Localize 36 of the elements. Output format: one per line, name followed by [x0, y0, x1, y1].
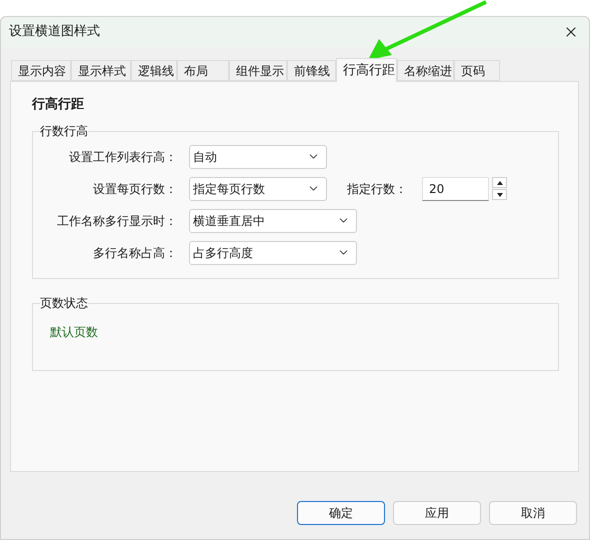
- status-text: 默认页数: [50, 324, 98, 338]
- dropdown-value: 横道垂直居中: [193, 212, 265, 230]
- dialog-button[interactable]: 取消: [489, 501, 577, 525]
- dropdown[interactable]: 占多行高度: [189, 240, 357, 264]
- section-title: 行高行距: [32, 96, 84, 114]
- dropdown[interactable]: 自动: [189, 144, 327, 168]
- field-label: 设置每页行数：: [92, 180, 178, 198]
- triangle-up-icon: [496, 180, 502, 184]
- dropdown-value: 指定每页行数: [193, 180, 265, 198]
- tab[interactable]: 组件显示: [229, 60, 287, 81]
- tab[interactable]: 布局: [177, 60, 229, 81]
- tab[interactable]: 行高行距: [336, 58, 397, 82]
- dialog-button[interactable]: 确定: [297, 501, 385, 525]
- window-title: 设置横道图样式: [9, 23, 100, 42]
- triangle-down-icon: [496, 192, 502, 196]
- spin-up-button[interactable]: [492, 177, 507, 188]
- dropdown-value: 自动: [193, 148, 217, 166]
- field-label: 指定行数：: [347, 180, 408, 198]
- group-title: 页数状态: [40, 294, 88, 310]
- number-value: 20: [429, 180, 444, 198]
- number-field[interactable]: 20: [422, 176, 489, 200]
- tab[interactable]: 显示样式: [71, 60, 131, 81]
- field-label: 工作名称多行显示时：: [56, 212, 178, 230]
- group-title: 行数行高: [40, 122, 88, 138]
- dropdown[interactable]: 指定每页行数: [189, 176, 327, 200]
- tab[interactable]: 前锋线: [287, 60, 336, 81]
- tab[interactable]: 页码: [454, 60, 500, 81]
- field-label: 多行名称占高：: [92, 244, 178, 262]
- tab[interactable]: 名称缩进: [397, 60, 454, 81]
- tab[interactable]: 逻辑线: [131, 60, 177, 81]
- field-label: 设置工作列表行高：: [68, 148, 178, 166]
- dropdown[interactable]: 横道垂直居中: [189, 208, 357, 232]
- spin-down-button[interactable]: [492, 189, 507, 200]
- dropdown-value: 占多行高度: [193, 244, 253, 262]
- dialog-button[interactable]: 应用: [393, 501, 481, 525]
- tab[interactable]: 显示内容: [11, 60, 71, 81]
